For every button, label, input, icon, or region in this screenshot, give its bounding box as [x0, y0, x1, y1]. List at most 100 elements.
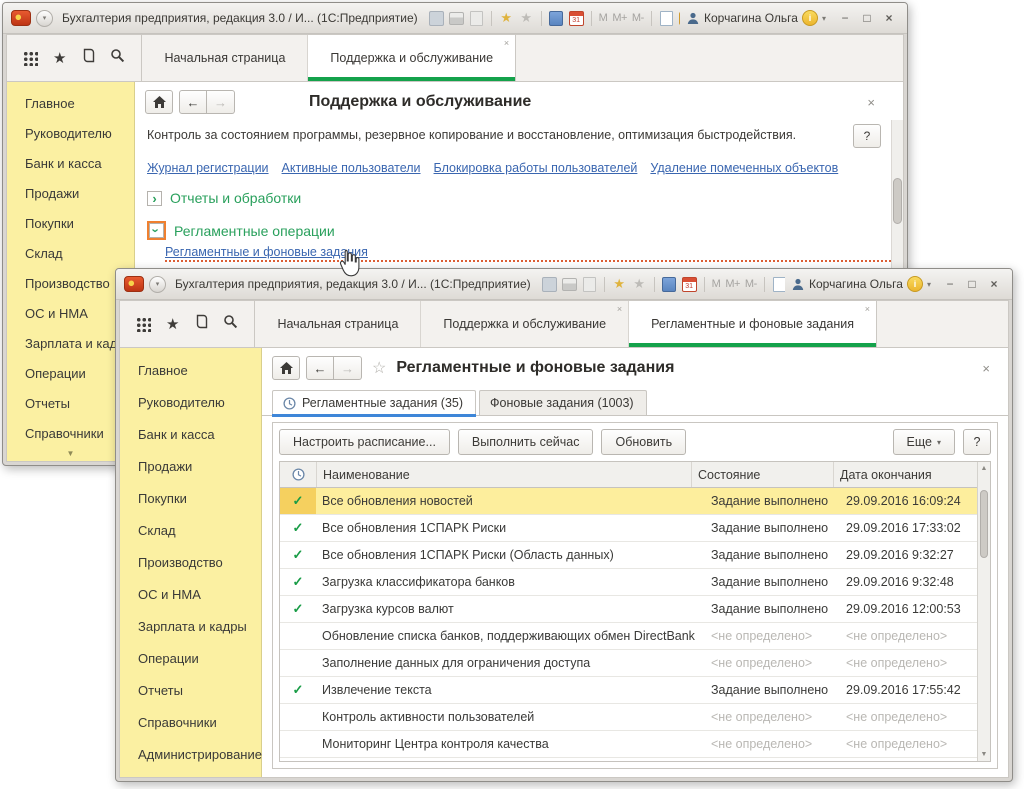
sidebar-item-sklad[interactable]: Склад	[120, 514, 261, 546]
info-dropdown-icon[interactable]: ▾	[927, 280, 931, 289]
table-row[interactable]: ✓ Извлечение текста Задание выполнено 29…	[280, 677, 990, 704]
column-header-date[interactable]: Дата окончания	[833, 462, 990, 487]
print-preview-icon[interactable]	[469, 11, 484, 26]
sidebar-item-administrirovanie[interactable]: Администрирование	[120, 738, 261, 770]
sidebar-item-os-nma[interactable]: ОС и НМА	[120, 578, 261, 610]
page-close-icon[interactable]: ×	[867, 95, 891, 110]
tab-home[interactable]: Начальная страница	[255, 301, 421, 347]
table-row[interactable]: Мониторинг Центра контроля качества <не …	[280, 731, 990, 758]
home-button[interactable]	[272, 356, 300, 380]
tab-close-icon[interactable]: ×	[504, 38, 509, 48]
scheduled-jobs-link[interactable]: Регламентные и фоновые задания	[165, 245, 903, 262]
print-icon[interactable]	[449, 11, 464, 26]
column-header-state[interactable]: Состояние	[691, 462, 833, 487]
search-panel-icon[interactable]	[223, 314, 238, 334]
expand-icon[interactable]: ›	[147, 191, 162, 206]
subtab-background-jobs[interactable]: Фоновые задания (1003)	[479, 390, 647, 415]
table-row[interactable]: Заполнение данных для ограничения доступ…	[280, 650, 990, 677]
sidebar-item-rukovoditelyu[interactable]: Руководителю	[120, 386, 261, 418]
column-header-name[interactable]: Наименование	[316, 462, 691, 487]
link-user-lock[interactable]: Блокировка работы пользователей	[434, 161, 638, 175]
forward-button[interactable]: →	[207, 90, 235, 114]
info-icon[interactable]: i	[802, 10, 818, 26]
tab-scheduled-jobs[interactable]: Регламентные и фоновые задания ×	[629, 301, 877, 347]
user-menu[interactable]: Корчагина Ольга i ▾	[685, 10, 826, 26]
tab-support[interactable]: Поддержка и обслуживание ×	[421, 301, 629, 347]
link-event-log[interactable]: Журнал регистрации	[147, 161, 269, 175]
status-column-clock-icon[interactable]	[280, 462, 316, 487]
scrollbar-thumb[interactable]	[980, 490, 988, 558]
memory-button[interactable]: M	[712, 278, 721, 290]
table-row[interactable]: Контроль активности пользователей <не оп…	[280, 704, 990, 731]
subtab-scheduled-jobs[interactable]: Регламентные задания (35)	[272, 390, 476, 415]
print-preview-icon[interactable]	[582, 277, 597, 292]
tab-close-icon[interactable]: ×	[865, 304, 870, 314]
sidebar-item-proizvodstvo[interactable]: Производство	[120, 546, 261, 578]
back-button[interactable]: ←	[179, 90, 207, 114]
memory-minus-button[interactable]: M-	[632, 12, 644, 24]
minimize-button[interactable]: −	[835, 10, 855, 27]
scroll-down-icon[interactable]: ▼	[981, 751, 988, 758]
new-document-icon[interactable]	[659, 11, 674, 26]
sidebar-item-glavnoe[interactable]: Главное	[7, 88, 134, 118]
info-icon[interactable]: i	[907, 276, 923, 292]
more-button[interactable]: Еще ▾	[893, 429, 955, 455]
table-scrollbar[interactable]: ▲ ▼	[977, 462, 990, 761]
maximize-button[interactable]: □	[857, 10, 877, 27]
sidebar-item-prodazhi[interactable]: Продажи	[120, 450, 261, 482]
history-icon[interactable]	[194, 314, 208, 334]
close-button[interactable]: ×	[879, 10, 899, 27]
section-reports[interactable]: › Отчеты и обработки	[135, 175, 903, 206]
page-close-icon[interactable]: ×	[982, 361, 996, 376]
table-row[interactable]: ✓ Все обновления 1СПАРК Риски Задание вы…	[280, 515, 990, 542]
add-favorite-icon[interactable]: ★	[612, 277, 627, 292]
section-scheduled-operations[interactable]: › Регламентные операции	[135, 206, 903, 240]
save-icon[interactable]	[542, 277, 557, 292]
collapse-icon[interactable]: ›	[149, 223, 164, 238]
calendar-icon[interactable]: 31	[682, 277, 697, 292]
sidebar-item-bank[interactable]: Банк и касса	[7, 148, 134, 178]
close-button[interactable]: ×	[984, 276, 1004, 293]
table-row[interactable]: ✓ Все обновления 1СПАРК Риски (Область д…	[280, 542, 990, 569]
tab-support[interactable]: Поддержка и обслуживание ×	[308, 35, 516, 81]
table-row[interactable]: ✓ Все обновления новостей Задание выполн…	[280, 488, 990, 515]
favorites-panel-icon[interactable]: ★	[166, 315, 179, 333]
main-menu-dropdown-icon[interactable]: ▾	[149, 276, 166, 293]
table-header[interactable]: Наименование Состояние Дата окончания	[280, 462, 990, 488]
app-logo-icon[interactable]	[11, 10, 31, 26]
sidebar-item-zarplata[interactable]: Зарплата и кадры	[120, 610, 261, 642]
calculator-icon[interactable]	[662, 277, 677, 292]
sidebar-item-operacii[interactable]: Операции	[120, 642, 261, 674]
sidebar-item-sklad[interactable]: Склад	[7, 238, 134, 268]
save-icon[interactable]	[429, 11, 444, 26]
memory-plus-button[interactable]: M+	[612, 12, 627, 24]
link-delete-marked[interactable]: Удаление помеченных объектов	[650, 161, 838, 175]
forward-button[interactable]: →	[334, 356, 362, 380]
calendar-icon[interactable]: 31	[569, 11, 584, 26]
memory-minus-button[interactable]: M-	[745, 278, 757, 290]
open-document-icon[interactable]	[679, 11, 680, 26]
add-favorite-icon[interactable]: ★	[499, 11, 514, 26]
calculator-icon[interactable]	[549, 11, 564, 26]
tab-close-icon[interactable]: ×	[617, 304, 622, 314]
help-button[interactable]: ?	[963, 429, 991, 455]
sidebar-item-otchety[interactable]: Отчеты	[120, 674, 261, 706]
scrollbar-thumb[interactable]	[893, 178, 902, 224]
sidebar-item-prodazhi[interactable]: Продажи	[7, 178, 134, 208]
app-logo-icon[interactable]	[124, 276, 144, 292]
maximize-button[interactable]: □	[962, 276, 982, 293]
table-row[interactable]: ✓ Загрузка курсов валют Задание выполнен…	[280, 596, 990, 623]
scroll-up-icon[interactable]: ▲	[981, 465, 988, 472]
memory-plus-button[interactable]: M+	[725, 278, 740, 290]
configure-schedule-button[interactable]: Настроить расписание...	[279, 429, 450, 455]
table-row[interactable]: Наличие новых эд в сервисе ЭДО <не опред…	[280, 758, 990, 762]
sidebar-item-spravochniki[interactable]: Справочники	[120, 706, 261, 738]
run-now-button[interactable]: Выполнить сейчас	[458, 429, 594, 455]
table-row[interactable]: ✓ Загрузка классификатора банков Задание…	[280, 569, 990, 596]
title-bar[interactable]: ▾ Бухгалтерия предприятия, редакция 3.0 …	[3, 3, 907, 34]
sections-menu-icon[interactable]	[23, 51, 38, 66]
sidebar-item-pokupki[interactable]: Покупки	[7, 208, 134, 238]
help-button[interactable]: ?	[853, 124, 881, 148]
search-panel-icon[interactable]	[110, 48, 125, 68]
favorites-panel-icon[interactable]: ★	[53, 49, 66, 67]
